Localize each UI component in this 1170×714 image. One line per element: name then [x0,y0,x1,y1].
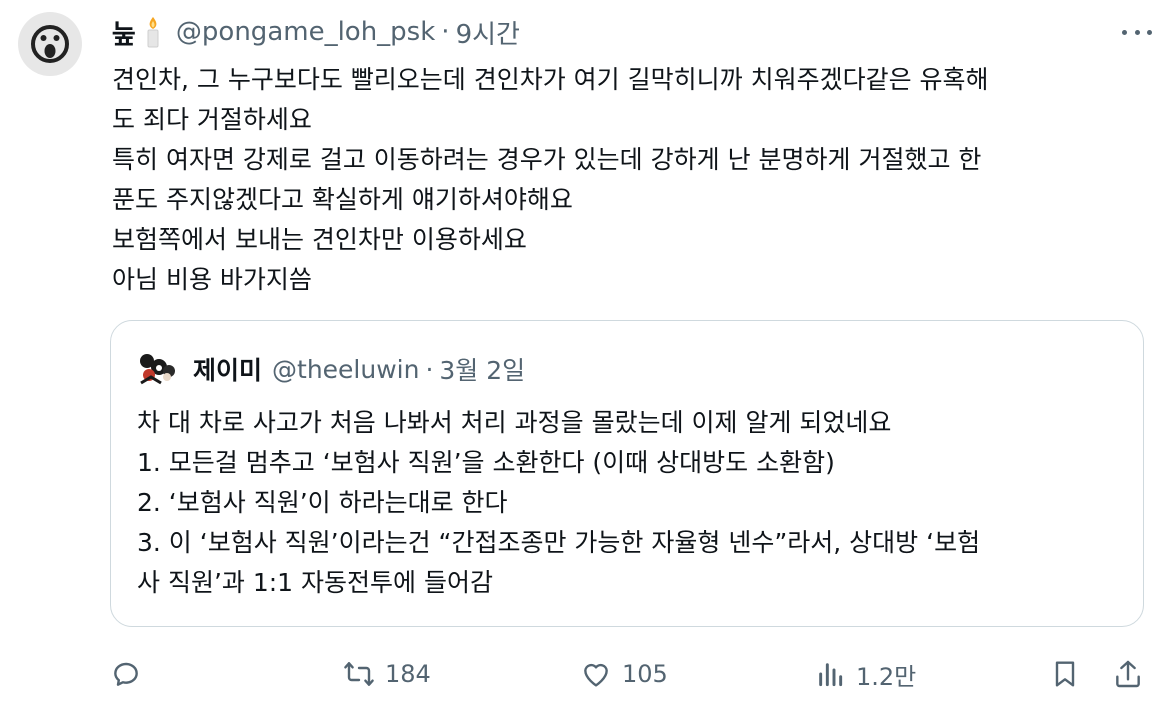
screaming-face-icon [31,25,69,63]
candle-icon [142,16,164,48]
author-avatar[interactable] [18,12,82,76]
views-button[interactable]: 1.2만 [814,650,916,698]
more-options-icon[interactable] [1122,20,1152,44]
like-count: 105 [622,660,668,688]
quote-author-handle[interactable]: @theeluwin [272,355,419,384]
share-button[interactable] [1112,650,1144,698]
quote-separator-dot: · [425,354,434,384]
quote-header: 제이미 @theeluwin · 3월 2일 [137,351,525,387]
author-name[interactable]: 눞 [112,14,136,51]
reply-icon [114,662,138,686]
quote-text: 차 대 차로 사고가 처음 나봐서 처리 과정을 몰랐는데 이제 알게 되었네요… [137,408,981,597]
retweet-button[interactable]: 184 [343,650,431,698]
bookmark-button[interactable] [1049,650,1081,698]
view-count: 1.2만 [856,662,917,691]
retweet-count: 184 [385,660,431,688]
share-icon [1116,660,1140,688]
tweet-text: 견인차, 그 누구보다도 빨리오는데 견인차가 여기 길막히니까 치워주겠다같은… [112,65,989,294]
tweet-header: 눞 @pongame_loh_psk · 9시간 [112,14,520,50]
like-button[interactable]: 105 [580,650,668,698]
author-handle[interactable]: @pongame_loh_psk [176,17,435,47]
quote-author-name[interactable]: 제이미 [193,351,262,387]
views-icon [819,663,843,687]
tweet-timestamp[interactable]: 9시간 [456,14,520,51]
retweet-icon [344,662,374,686]
heart-icon [584,663,608,687]
bookmark-icon [1055,661,1075,687]
action-bar: 184 105 1.2만 [0,650,1170,698]
quote-timestamp[interactable]: 3월 2일 [439,351,525,387]
quoted-tweet[interactable]: 제이미 @theeluwin · 3월 2일 차 대 차로 사고가 처음 나봐서… [110,320,1144,627]
reply-button[interactable] [110,650,142,698]
quote-author-avatar[interactable] [137,351,179,387]
separator-dot: · [441,17,450,47]
